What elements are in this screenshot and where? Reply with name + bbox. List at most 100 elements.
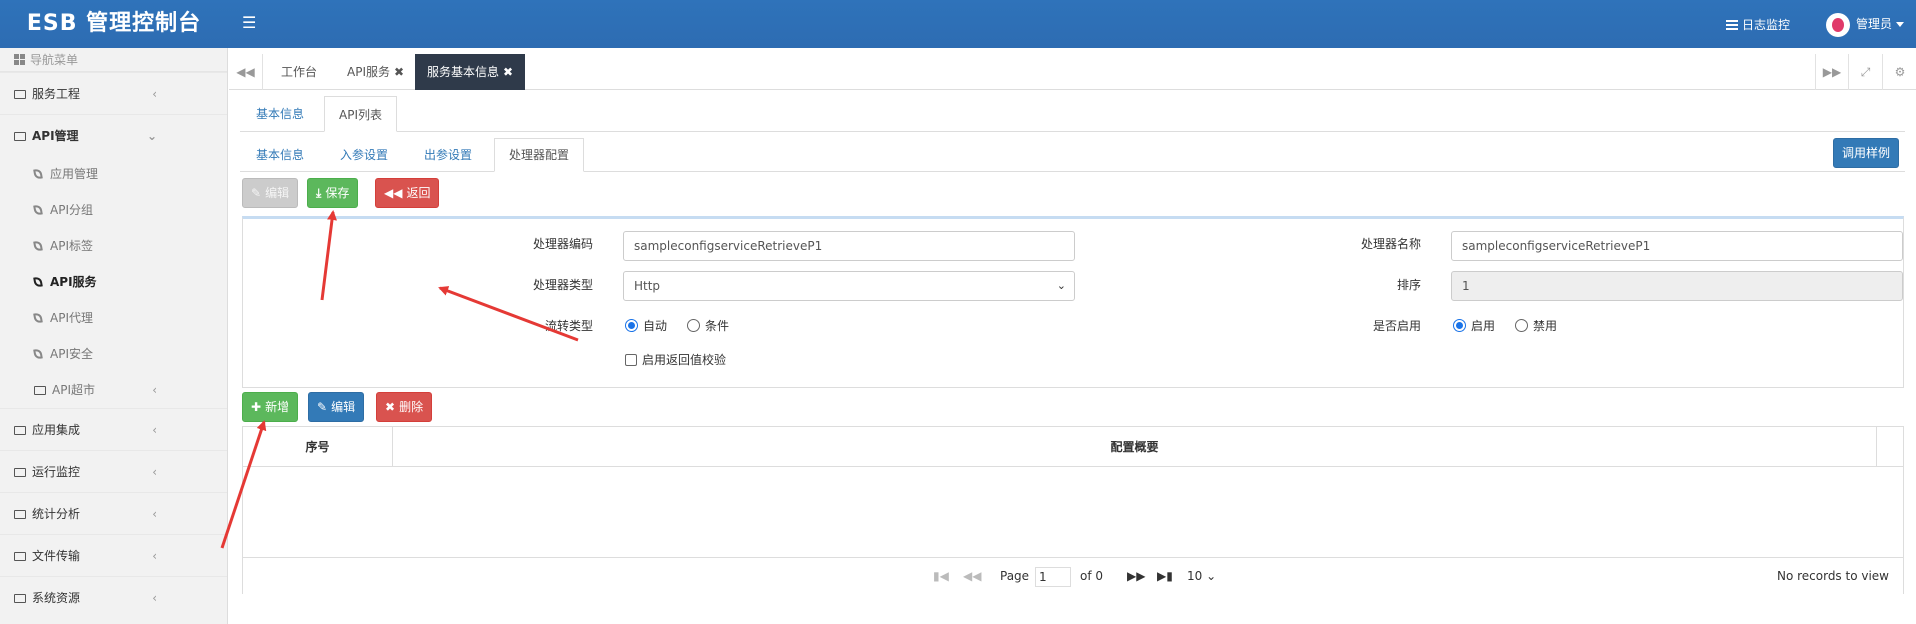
processor-name-input[interactable]: sampleconfigserviceRetrieveP1 [1451, 231, 1903, 261]
log-monitor-link[interactable]: 日志监控 [1725, 16, 1790, 33]
top-header: ESB 管理控制台 ☰ 日志监控 管理员 [0, 0, 1916, 48]
edit-icon: ✎ [317, 400, 328, 414]
column-header-index[interactable]: 序号 [243, 427, 393, 467]
leaf-icon [33, 276, 43, 288]
folder-icon [14, 132, 26, 141]
sidebar-item-api-proxy[interactable]: API代理 [0, 300, 227, 336]
folder-icon [14, 90, 26, 99]
tab-api-list[interactable]: API列表 [324, 96, 397, 132]
chevron-left-icon: ‹ [152, 423, 157, 437]
column-header-summary[interactable]: 配置概要 [393, 427, 1877, 467]
grid-header: 序号 配置概要 [243, 427, 1903, 467]
label-order: 排序 [1396, 278, 1421, 292]
sidebar: 导航菜单 服务工程 ‹ API管理 ⌄ 应用管理 API分组 API标签 API服务… [0, 48, 228, 624]
label-processor-type: 处理器类型 [532, 278, 593, 292]
processor-type-select[interactable]: Http ⌄ [623, 271, 1075, 301]
scroll-left-icon[interactable]: ◀◀ [229, 54, 263, 90]
sidebar-item-app-integration[interactable]: 应用集成 ‹ [0, 408, 227, 450]
edit-icon: ✎ [251, 186, 262, 200]
avatar [1825, 12, 1850, 37]
folder-icon [14, 426, 26, 435]
chevron-left-icon: ‹ [152, 87, 157, 101]
leaf-icon [33, 348, 43, 360]
page-tabs-bar: ◀◀ 工作台 API服务 ✖ 服务基本信息 ✖ ▶▶ ⤢ ⚙ [229, 54, 1916, 90]
grid-pager: ▮◀ ◀◀ Page 1 of 0 ▶▶ ▶▮ 10 ⌄ No records … [243, 557, 1903, 594]
user-menu[interactable]: 管理员 [1825, 12, 1904, 37]
sidebar-item-api-market[interactable]: API超市 ‹ [0, 372, 227, 408]
chevron-left-icon: ‹ [152, 383, 157, 397]
sidebar-item-api-group[interactable]: API分组 [0, 192, 227, 228]
sidebar-item-service-project[interactable]: 服务工程 ‹ [0, 72, 227, 114]
level2-tabs: 基本信息 入参设置 出参设置 处理器配置 [240, 138, 1905, 172]
chevron-left-icon: ‹ [152, 591, 157, 605]
plus-icon: ✚ [251, 400, 262, 414]
sidebar-item-runtime-monitor[interactable]: 运行监控 ‹ [0, 450, 227, 492]
close-icon[interactable]: ✖ [394, 65, 404, 79]
call-example-button[interactable]: 调用样例 [1833, 138, 1900, 168]
edit-button[interactable]: ✎ 编辑 [242, 178, 299, 208]
tab-output-params[interactable]: 出参设置 [410, 138, 486, 172]
radio-enable-on[interactable]: 启用 [1453, 317, 1495, 334]
last-page-icon[interactable]: ▶▮ [1157, 558, 1173, 594]
close-icon[interactable]: ✖ [503, 65, 513, 79]
fullscreen-icon[interactable]: ⤢ [1849, 54, 1883, 90]
sidebar-item-system-resource[interactable]: 系统资源 ‹ [0, 576, 227, 618]
scroll-right-icon[interactable]: ▶▶ [1815, 54, 1849, 90]
menu-toggle-icon[interactable]: ☰ [242, 13, 256, 32]
list-icon [1725, 20, 1738, 30]
sidebar-item-statistics[interactable]: 统计分析 ‹ [0, 492, 227, 534]
tab-input-params[interactable]: 入参设置 [326, 138, 402, 172]
order-input[interactable]: 1 [1451, 271, 1903, 301]
page-size-select[interactable]: 10 ⌄ [1187, 558, 1216, 594]
tab-basic-info[interactable]: 基本信息 [242, 96, 318, 132]
tab-processor-config[interactable]: 处理器配置 [494, 138, 585, 172]
sidebar-item-api-security[interactable]: API安全 [0, 336, 227, 372]
chevron-down-icon: ⌄ [146, 129, 157, 143]
leaf-icon [33, 240, 43, 252]
tab-service-basic-info[interactable]: 服务基本信息 ✖ [415, 54, 526, 90]
prev-page-icon[interactable]: ◀◀ [963, 558, 981, 594]
grid-edit-button[interactable]: ✎ 编辑 [308, 392, 365, 422]
folder-icon [14, 552, 26, 561]
gear-icon[interactable]: ⚙ [1883, 54, 1916, 90]
add-button[interactable]: ✚ 新增 [242, 392, 299, 422]
tab-workbench[interactable]: 工作台 [269, 54, 329, 90]
config-grid: 序号 配置概要 ▮◀ ◀◀ Page 1 of 0 ▶▶ ▶▮ 10 ⌄ No … [242, 426, 1904, 594]
validate-return-checkbox[interactable]: 启用返回值校验 [625, 351, 726, 368]
brand-title: ESB 管理控制台 [26, 11, 202, 36]
leaf-icon [33, 168, 43, 180]
caret-down-icon [1896, 22, 1904, 27]
sidebar-item-api-service[interactable]: API服务 [0, 264, 227, 300]
tab-basic-info-2[interactable]: 基本信息 [242, 138, 318, 172]
first-page-icon[interactable]: ▮◀ [933, 558, 949, 594]
grid-icon [14, 54, 25, 65]
next-page-icon[interactable]: ▶▶ [1127, 558, 1145, 594]
page-of-label: of 0 [1080, 569, 1104, 583]
chevron-left-icon: ‹ [152, 465, 157, 479]
close-icon: ✖ [385, 400, 396, 414]
save-button[interactable]: ⤓ 保存 [307, 178, 359, 208]
leaf-icon [33, 204, 43, 216]
folder-icon [14, 594, 26, 603]
sidebar-item-app-management[interactable]: 应用管理 [0, 156, 227, 192]
sidebar-item-file-transfer[interactable]: 文件传输 ‹ [0, 534, 227, 576]
delete-button[interactable]: ✖ 删除 [376, 392, 433, 422]
folder-icon [14, 468, 26, 477]
page-label: Page [1000, 569, 1030, 583]
tab-api-service[interactable]: API服务 ✖ [335, 54, 416, 90]
backward-icon: ◀◀ [384, 186, 403, 200]
back-button[interactable]: ◀◀ 返回 [375, 178, 440, 208]
processor-code-input[interactable]: sampleconfigserviceRetrieveP1 [623, 231, 1075, 261]
sidebar-item-api-management[interactable]: API管理 ⌄ [0, 114, 227, 156]
folder-icon [14, 510, 26, 519]
download-icon: ⤓ [316, 186, 322, 200]
label-flow-type: 流转类型 [544, 319, 593, 333]
chevron-left-icon: ‹ [152, 507, 157, 521]
records-status: No records to view [1776, 569, 1889, 583]
folder-icon [34, 386, 46, 395]
radio-enable-off[interactable]: 禁用 [1515, 317, 1557, 334]
page-number-input[interactable]: 1 [1035, 566, 1071, 587]
radio-flow-auto[interactable]: 自动 [625, 317, 667, 334]
sidebar-item-api-tag[interactable]: API标签 [0, 228, 227, 264]
radio-flow-condition[interactable]: 条件 [687, 317, 729, 334]
